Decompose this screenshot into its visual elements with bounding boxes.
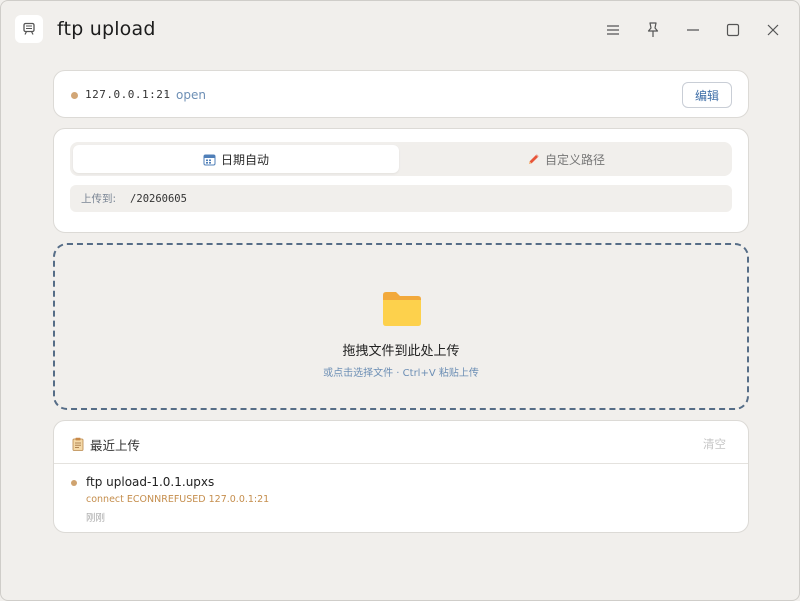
folder-icon	[381, 289, 423, 331]
title-bar[interactable]: ftp upload	[1, 1, 799, 59]
tab-date-auto-label: 日期自动	[220, 152, 269, 167]
app-window: ftp upload 127.0.0.1:21 · open 编辑 日期自动 自…	[0, 0, 800, 601]
drop-zone-hint: 或点击选择文件 · Ctrl+V 粘贴上传	[323, 368, 479, 379]
connection-card: 127.0.0.1:21 · open 编辑	[53, 70, 749, 118]
connection-status-dot	[71, 92, 78, 99]
connection-separator: ·	[164, 87, 168, 100]
upload-status-dot	[71, 480, 77, 486]
upload-mode-card: 日期自动 自定义路径 上传到: /20260605	[53, 128, 749, 233]
upload-path-row: 上传到: /20260605	[70, 185, 732, 212]
maximize-icon[interactable]	[723, 20, 743, 40]
path-value: /20260605	[130, 192, 187, 205]
clipboard-icon	[72, 436, 84, 455]
list-item[interactable]: ftp upload-1.0.1.upxs connect ECONNREFUS…	[54, 465, 748, 531]
path-label: 上传到:	[81, 193, 117, 205]
minimize-icon[interactable]	[683, 20, 703, 40]
tab-custom-path[interactable]: 自定义路径	[403, 145, 729, 173]
recent-uploads-header: 最近上传 清空	[54, 421, 748, 464]
recent-uploads-card: 最近上传 清空 ftp upload-1.0.1.upxs connect EC…	[53, 420, 749, 533]
tab-custom-path-label: 自定义路径	[544, 152, 605, 167]
edit-connection-button[interactable]: 编辑	[682, 82, 732, 108]
connection-host: 127.0.0.1:21	[85, 88, 171, 101]
close-icon[interactable]	[763, 20, 783, 40]
ftp-app-icon	[15, 15, 43, 43]
upload-file-name: ftp upload-1.0.1.upxs	[86, 475, 215, 489]
app-title: ftp upload	[57, 18, 156, 40]
file-drop-zone[interactable]: 拖拽文件到此处上传 或点击选择文件 · Ctrl+V 粘贴上传	[53, 243, 749, 410]
drop-zone-title: 拖拽文件到此处上传	[342, 344, 460, 359]
mode-segmented-control: 日期自动 自定义路径	[70, 142, 732, 176]
calendar-icon	[203, 153, 216, 166]
tab-date-auto[interactable]: 日期自动	[73, 145, 399, 173]
upload-time: 刚刚	[86, 513, 106, 524]
connection-mode: open	[176, 88, 206, 102]
clear-history-button[interactable]: 清空	[703, 436, 726, 452]
pencil-icon	[527, 153, 540, 166]
upload-error-message: connect ECONNREFUSED 127.0.0.1:21	[86, 494, 270, 505]
pin-icon[interactable]	[643, 20, 663, 40]
menu-icon[interactable]	[603, 20, 623, 40]
recent-uploads-title: 最近上传	[90, 438, 141, 453]
